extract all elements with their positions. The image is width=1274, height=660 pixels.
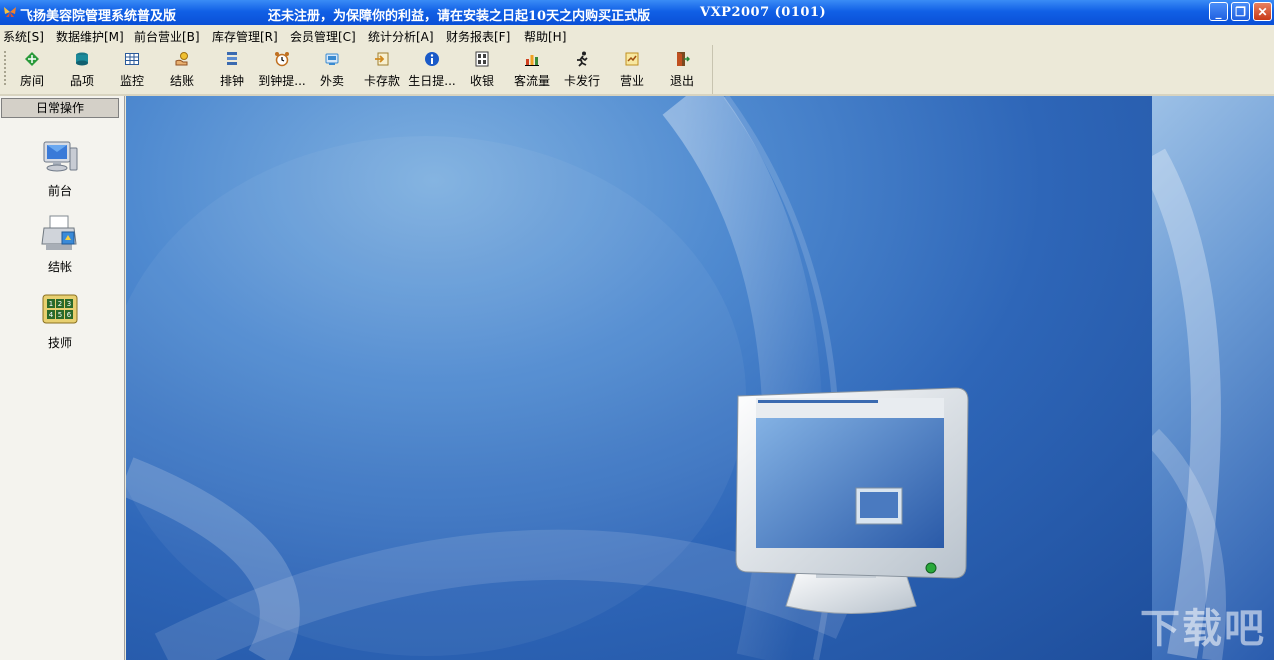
svg-text:2: 2	[58, 300, 62, 308]
cashier-icon	[475, 51, 489, 67]
menu-bar: 系统[S] 数据维护[M] 前台营业[B] 库存管理[R] 会员管理[C] 统计…	[0, 25, 1274, 45]
svg-text:1: 1	[49, 300, 53, 308]
toolbar-schedule-button[interactable]: 排钟	[207, 48, 257, 92]
toolbar-cashier-button[interactable]: 收银	[457, 48, 507, 92]
card-deposit-icon	[375, 52, 389, 66]
sidebar-item-front-desk-label: 前台	[47, 184, 72, 198]
menu-members[interactable]: 会员管理[C]	[290, 28, 356, 45]
computer-icon	[43, 141, 78, 172]
bar-chart-icon	[525, 55, 539, 66]
svg-text:4: 4	[49, 311, 54, 319]
exit-door-icon	[677, 52, 690, 66]
toolbar-exit-label: 退出	[669, 74, 694, 88]
wallpaper-art	[126, 96, 969, 660]
alarm-clock-icon	[275, 52, 289, 67]
printer-icon	[41, 215, 77, 250]
sidebar-item-technician[interactable]: 1 2 3 4 5 6 技师	[22, 290, 98, 354]
menu-system[interactable]: 系统[S]	[3, 28, 44, 45]
toolbar: 房间 品项 监控 结账 排钟 到钟提... 外卖 卡存款 生日提... 收银 客…	[0, 45, 713, 94]
toolbar-cashier-label: 收银	[469, 74, 494, 88]
toolbar-clock-reminder-button[interactable]: 到钟提...	[257, 48, 307, 92]
toolbar-traffic-label: 客流量	[513, 74, 550, 88]
toolbar-items-button[interactable]: 品项	[57, 48, 107, 92]
toolbar-items-label: 品项	[69, 74, 94, 88]
main-workspace	[126, 96, 1152, 660]
restore-button[interactable]: ❐	[1231, 2, 1250, 21]
toolbar-business-button[interactable]: 营业	[607, 48, 657, 92]
secondary-wallpaper	[1152, 96, 1274, 660]
schedule-list-icon	[227, 52, 237, 65]
menu-inventory[interactable]: 库存管理[R]	[212, 28, 278, 45]
toolbar-monitor-button[interactable]: 监控	[107, 48, 157, 92]
window-title: 飞扬美容院管理系统普及版	[20, 9, 177, 24]
toolbar-grip[interactable]	[4, 51, 6, 87]
menu-finance[interactable]: 财务报表[F]	[446, 28, 510, 45]
menu-statistics[interactable]: 统计分析[A]	[368, 28, 434, 45]
takeout-icon	[325, 53, 339, 65]
toolbar-schedule-label: 排钟	[219, 74, 244, 88]
toolbar-card-issue-button[interactable]: 卡发行	[557, 48, 607, 92]
toolbar-card-deposit-button[interactable]: 卡存款	[357, 48, 407, 92]
toolbar-monitor-label: 监控	[119, 74, 144, 88]
wallpaper-art-right	[1152, 148, 1226, 660]
toolbar-card-deposit-label: 卡存款	[363, 74, 400, 88]
business-icon	[625, 52, 639, 66]
toolbar-clock-reminder-label: 到钟提...	[258, 74, 306, 88]
menu-front-desk[interactable]: 前台营业[B]	[134, 28, 200, 45]
svg-text:5: 5	[58, 311, 62, 319]
menu-help[interactable]: 帮助[H]	[524, 28, 566, 45]
app-butterfly-icon	[4, 7, 16, 17]
grid-monitor-icon	[125, 53, 139, 65]
minimize-button[interactable]: _	[1209, 2, 1228, 21]
sidebar-item-front-desk[interactable]: 前台	[22, 138, 98, 202]
sidebar-header[interactable]: 日常操作	[1, 98, 119, 118]
toolbar-checkout-label: 结账	[169, 74, 194, 88]
toolbar-exit-button[interactable]: 退出	[657, 48, 707, 92]
hand-coin-icon	[175, 52, 188, 66]
toolbar-room-button[interactable]: 房间	[7, 48, 57, 92]
close-button[interactable]: ✕	[1253, 2, 1272, 21]
version-label: VXP2007 (0101)	[700, 5, 827, 20]
database-icon	[76, 52, 88, 66]
registration-notice: 还未注册，为保障你的利益，请在安装之日起10天之内购买正式版	[268, 9, 651, 24]
toolbar-card-issue-label: 卡发行	[563, 74, 600, 88]
room-icon	[25, 52, 39, 66]
menu-data-maintenance[interactable]: 数据维护[M]	[56, 28, 124, 45]
title-bar: 飞扬美容院管理系统普及版 还未注册，为保障你的利益，请在安装之日起10天之内购买…	[0, 0, 1274, 25]
sidebar: 日常操作 前台 结帐 1 2 3 4 5 6 技师	[0, 96, 125, 660]
sidebar-item-technician-label: 技师	[47, 336, 72, 350]
watermark-logo: 下载吧	[1140, 606, 1266, 652]
toolbar-room-label: 房间	[19, 74, 44, 88]
sidebar-item-checkout-label: 结帐	[47, 260, 72, 274]
svg-text:6: 6	[67, 311, 72, 319]
toolbar-traffic-button[interactable]: 客流量	[507, 48, 557, 92]
toolbar-birthday-reminder-label: 生日提...	[408, 74, 456, 88]
toolbar-birthday-reminder-button[interactable]: 生日提...	[407, 48, 457, 92]
info-icon	[425, 52, 439, 66]
sidebar-item-checkout[interactable]: 结帐	[22, 214, 98, 278]
runner-icon	[577, 51, 588, 67]
toolbar-takeout-button[interactable]: 外卖	[307, 48, 357, 92]
number-pad-icon: 1 2 3 4 5 6	[42, 294, 78, 324]
toolbar-business-label: 营业	[619, 74, 644, 88]
toolbar-checkout-button[interactable]: 结账	[157, 48, 207, 92]
svg-text:3: 3	[67, 300, 71, 308]
toolbar-takeout-label: 外卖	[319, 74, 344, 88]
